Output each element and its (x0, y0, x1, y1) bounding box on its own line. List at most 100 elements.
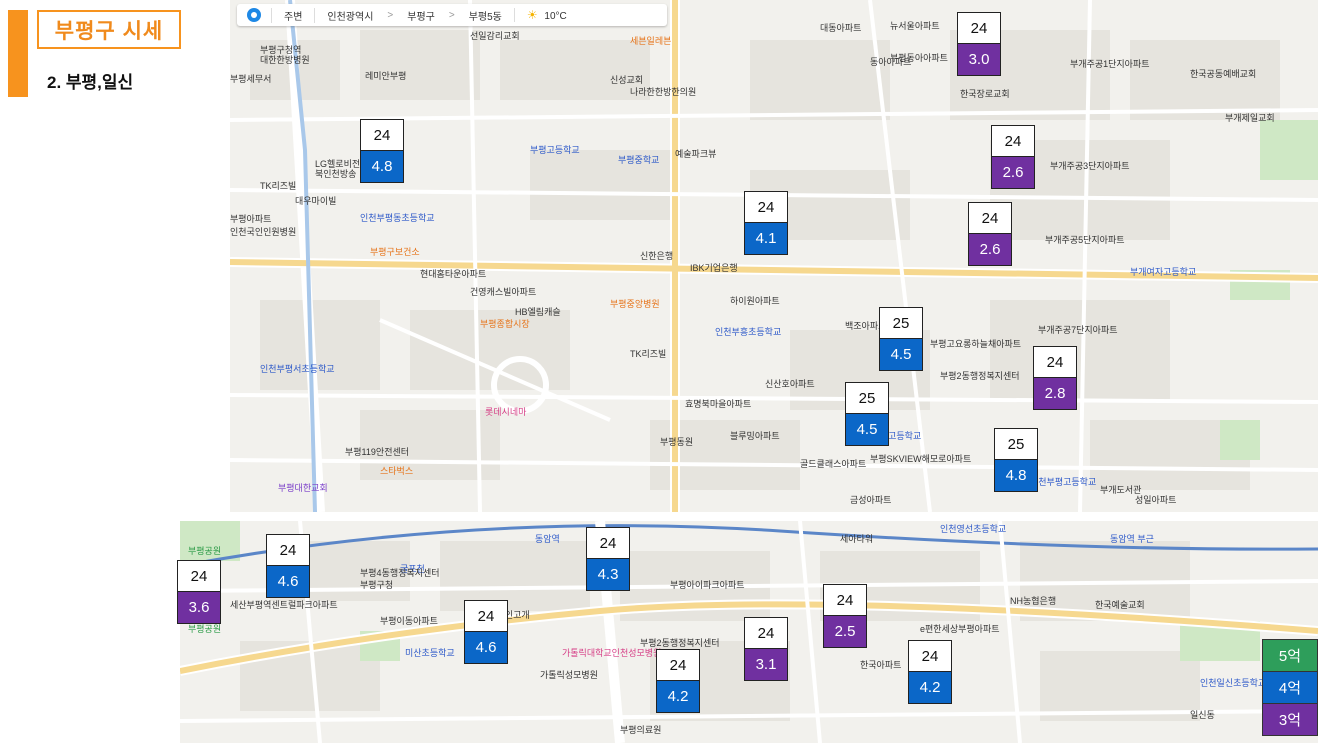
map-label: 뉴서울아파트 (890, 21, 940, 31)
price-marker[interactable]: 24 4.6 (464, 600, 508, 664)
map-label: 부평세무서 (230, 74, 272, 84)
map-label: 부개도서관 (1100, 485, 1142, 495)
marker-price: 2.6 (992, 157, 1034, 188)
marker-price: 4.3 (587, 559, 629, 590)
chevron-right-icon: > (387, 9, 394, 21)
price-marker[interactable]: 24 4.8 (360, 119, 404, 183)
map-label: 동암역 (535, 534, 560, 544)
price-marker[interactable]: 25 4.5 (845, 382, 889, 446)
marker-price: 4.1 (745, 223, 787, 254)
map-label: 부평공원 (188, 546, 222, 556)
marker-year: 25 (995, 429, 1037, 460)
map-label: 하이원아파트 (730, 296, 780, 306)
price-marker[interactable]: 24 4.2 (656, 649, 700, 713)
map-label: 부평동원 (660, 437, 694, 447)
sun-icon: ☀ (526, 8, 538, 22)
map-label: 부평중학교 (618, 155, 660, 165)
price-legend: 5억 4억 3억 (1262, 639, 1318, 736)
map-label: 한국아파트 (860, 660, 902, 670)
district-select[interactable]: 부평구 (395, 8, 447, 23)
price-marker[interactable]: 25 4.5 (879, 307, 923, 371)
price-marker[interactable]: 24 4.6 (266, 534, 310, 598)
map-label: 부개주공3단지아파트 (1050, 161, 1130, 171)
legend-item-3: 3억 (1262, 703, 1318, 736)
marker-year: 24 (992, 126, 1034, 157)
marker-price: 4.6 (267, 566, 309, 597)
map-label: 금성아파트 (850, 495, 892, 505)
map-label: 동암역 부근 (1110, 534, 1154, 544)
marker-year: 24 (1034, 347, 1076, 378)
map-label: 인천부흥초등학교 (715, 327, 782, 337)
marker-price: 2.8 (1034, 378, 1076, 409)
map-label: 가톨릭대학교인천성모병원 (562, 648, 662, 658)
map-label: 인천영선초등학교 (940, 524, 1007, 534)
price-marker[interactable]: 24 2.6 (968, 202, 1012, 266)
map-label: 부평고요롱하늘채아파트 (930, 339, 1022, 349)
marker-year: 24 (587, 528, 629, 559)
map-label: 부개주공7단지아파트 (1038, 325, 1118, 335)
legend-item-4: 4억 (1262, 671, 1318, 704)
marker-price: 2.5 (824, 616, 866, 647)
map-label: 예술파크뷰 (675, 149, 717, 159)
map-label: 인천일신초등학교 (1200, 678, 1267, 688)
map-label: LG헬로비전 (315, 159, 361, 169)
map-label: 세븐일레븐 (630, 36, 672, 46)
map-label: e편한세상부평아파트 (920, 624, 1000, 634)
price-marker[interactable]: 24 4.2 (908, 640, 952, 704)
marker-price: 4.8 (995, 460, 1037, 491)
price-marker[interactable]: 24 2.5 (823, 584, 867, 648)
chevron-right-icon: > (448, 9, 455, 21)
map-label: 부개제일교회 (1225, 113, 1275, 123)
temperature-text: 10°C (544, 11, 567, 22)
location-pin-icon[interactable] (247, 8, 261, 22)
map-label: 한국장로교회 (960, 89, 1010, 99)
marker-year: 24 (178, 561, 220, 592)
map-label: 부평구청역 (260, 45, 302, 55)
map-label: 동아아파트 (870, 57, 912, 67)
map-label: 부평2동행정복지센터 (640, 638, 720, 648)
marker-price: 3.1 (745, 649, 787, 680)
map-label: 대동아파트 (820, 23, 862, 33)
map-location-bar[interactable]: 주변 인천광역시 > 부평구 > 부평5동 ☀ 10°C (237, 4, 667, 26)
price-marker[interactable]: 24 3.1 (744, 617, 788, 681)
map-label: 신산호아파트 (765, 379, 815, 389)
price-marker[interactable]: 24 3.6 (177, 560, 221, 624)
price-marker[interactable]: 24 4.3 (586, 527, 630, 591)
map-label: 부평SKVIEW해모로아파트 (870, 454, 972, 464)
map-label: 건영캐스빌아파트 (470, 287, 537, 297)
map-label: 부평2동행정복지센터 (940, 371, 1020, 381)
marker-price: 4.2 (909, 672, 951, 703)
map-label: NH농협은행 (1010, 596, 1057, 606)
marker-price: 3.6 (178, 592, 220, 623)
map-label: 골드클래스아파트 (800, 459, 867, 469)
map-label: 부평중앙병원 (610, 299, 660, 309)
price-marker[interactable]: 25 4.8 (994, 428, 1038, 492)
marker-price: 4.8 (361, 151, 403, 182)
price-marker[interactable]: 24 2.8 (1033, 346, 1077, 410)
price-marker[interactable]: 24 3.0 (957, 12, 1001, 76)
weather-widget: ☀ 10°C (513, 8, 579, 22)
map-label: HB엘림캐슬 (515, 307, 561, 317)
map-top[interactable]: 부평구청역 대한한방병원 부평세무서 레미안부평 LG헬로비전 북인천방송 TK… (230, 0, 1318, 512)
marker-year: 24 (657, 650, 699, 681)
marker-price: 4.5 (846, 414, 888, 445)
map-label: 블루밍아파트 (730, 431, 780, 441)
map-label: 성일아파트 (1135, 495, 1177, 505)
marker-year: 25 (846, 383, 888, 414)
dong-select[interactable]: 부평5동 (457, 8, 514, 23)
nearby-button[interactable]: 주변 (271, 7, 314, 23)
map-label: 세산부평역센트럴파크아파트 (230, 600, 338, 610)
map-label: 부평고등학교 (530, 145, 580, 155)
marker-year: 24 (909, 641, 951, 672)
map-label: 부평아파트 (230, 214, 272, 224)
map-label: 한국공동예배교회 (1190, 69, 1257, 79)
map-label: 롯데시네마 (485, 407, 527, 417)
marker-price: 3.0 (958, 44, 1000, 75)
map-label: 부평대한교회 (278, 483, 328, 493)
page-title: 부평구 시세 (54, 19, 164, 43)
map-label: 신성교회 (610, 75, 644, 85)
price-marker[interactable]: 24 4.1 (744, 191, 788, 255)
price-marker[interactable]: 24 2.6 (991, 125, 1035, 189)
city-select[interactable]: 인천광역시 (314, 7, 385, 23)
map-label: 인천부평서초등학교 (260, 364, 335, 374)
